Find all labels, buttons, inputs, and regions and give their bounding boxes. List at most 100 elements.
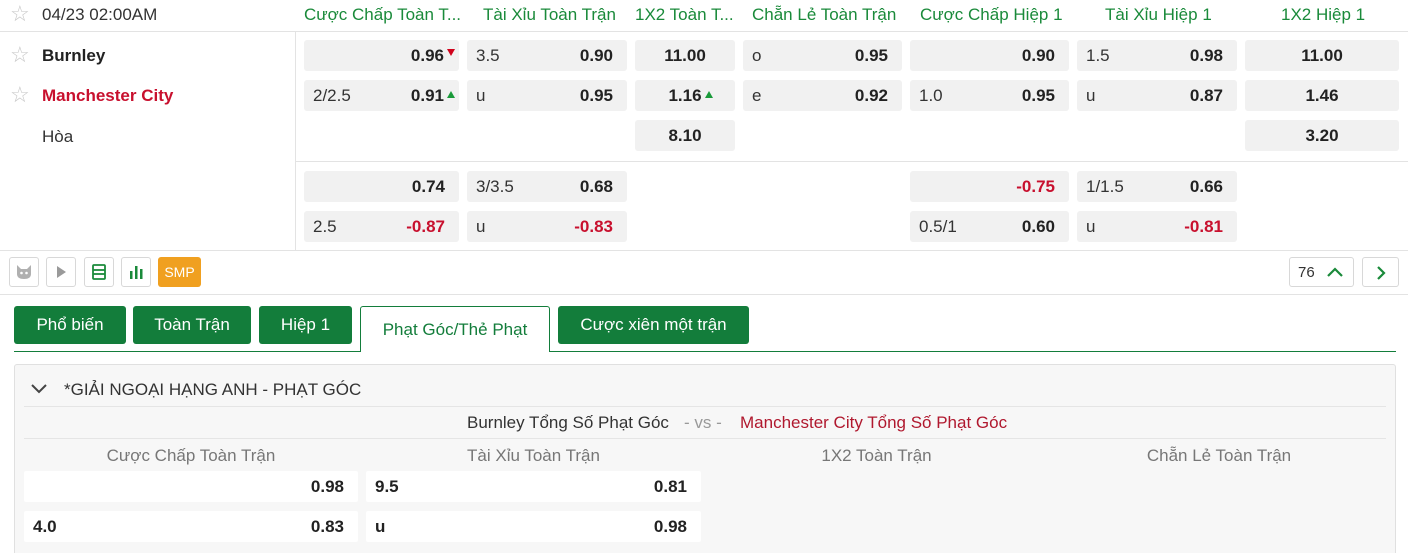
chevron-up-icon (1327, 267, 1343, 277)
odds-line: u (476, 217, 486, 236)
match-datetime: 04/23 02:00AM (42, 5, 158, 24)
odds-value: 0.60 (1021, 217, 1055, 236)
odds-cell-ah-h1-home[interactable]: 0.90 (910, 40, 1069, 71)
odds-cell-ou-h1-over[interactable]: 1.5 0.98 (1077, 40, 1237, 71)
odds-cell-1x2-h1-draw[interactable]: 3.20 (1245, 120, 1399, 151)
header-ou-h1: Tài Xỉu Hiệp 1 (1105, 5, 1212, 24)
odds-cell-1x2-h1-away[interactable]: 1.46 (1245, 80, 1399, 111)
odds-line: 1.5 (1086, 46, 1110, 65)
odds-value: 0.95 (854, 46, 888, 65)
corner-odds-ah-home[interactable]: 0.98 (24, 471, 358, 502)
scoreboard-icon[interactable] (84, 257, 114, 287)
odds-value: 3.20 (1305, 126, 1339, 145)
odds-line: e (752, 86, 762, 105)
odds-cell-1x2-ft-home[interactable]: 11.00 (635, 40, 735, 71)
favorite-star-icon[interactable]: ☆ (10, 84, 30, 106)
corner-header-ah: Cược Chấp Toàn Trận (106, 446, 276, 465)
corner-home-team: Burnley Tổng Số Phạt Góc (467, 413, 669, 432)
more-markets-button[interactable]: 76 (1289, 257, 1354, 287)
odds-value: 0.74 (411, 177, 445, 196)
odds-cell-ou-h1-under[interactable]: u 0.87 (1077, 80, 1237, 111)
odds-value: -0.83 (574, 217, 613, 236)
odds-line: 1.0 (919, 86, 943, 105)
play-icon[interactable] (46, 257, 76, 287)
divider (0, 250, 1408, 251)
odds-value: 0.90 (1021, 46, 1055, 65)
odds-cell-ou-h1-alt-under[interactable]: u -0.81 (1077, 211, 1237, 242)
odds-cell-ou-h1-alt-over[interactable]: 1/1.5 0.66 (1077, 171, 1237, 202)
odds-cell-1x2-ft-draw[interactable]: 8.10 (635, 120, 735, 151)
chevron-right-icon (1377, 266, 1386, 280)
odds-cell-ah-h1-alt-away[interactable]: 0.5/1 0.60 (910, 211, 1069, 242)
odds-line: 0.5/1 (919, 217, 957, 236)
odds-value: 0.96 (410, 46, 444, 65)
odds-cell-ou-ft-over[interactable]: 3.5 0.90 (467, 40, 627, 71)
corner-header-oe: Chẵn Lẻ Toàn Trận (1146, 446, 1292, 465)
vs-label: - vs - (684, 413, 722, 432)
tab-popular[interactable]: Phổ biến (14, 306, 126, 344)
odds-line: 3.5 (476, 46, 500, 65)
divider (296, 161, 1408, 162)
odds-line: o (752, 46, 762, 65)
odds-value: 0.81 (653, 477, 687, 496)
odds-cell-ah-h1-away[interactable]: 1.0 0.95 (910, 80, 1069, 111)
odds-cell-ou-ft-alt-under[interactable]: u -0.83 (467, 211, 627, 242)
odds-value: 0.87 (1189, 86, 1223, 105)
odds-cell-ah-ft-alt-away[interactable]: 2.5 -0.87 (304, 211, 459, 242)
divider (24, 406, 1386, 407)
smp-button[interactable]: SMP (158, 257, 201, 287)
odds-up-arrow-icon (705, 91, 713, 98)
corner-header-ou: Tài Xỉu Toàn Trận (467, 446, 600, 465)
corner-odds-ou-over[interactable]: 9.5 0.81 (366, 471, 701, 502)
odds-value: 0.90 (579, 46, 613, 65)
header-oe-ft: Chẵn Lẻ Toàn Trận (752, 5, 897, 24)
draw-label: Hòa (42, 127, 74, 146)
odds-value: 0.98 (1189, 46, 1223, 65)
cat-icon[interactable] (9, 257, 39, 287)
odds-cell-ou-ft-alt-over[interactable]: 3/3.5 0.68 (467, 171, 627, 202)
odds-value: 11.00 (664, 46, 706, 65)
corner-odds-ah-away[interactable]: 4.0 0.83 (24, 511, 358, 542)
favorite-star-icon[interactable]: ☆ (10, 44, 30, 66)
odds-value: -0.87 (406, 217, 445, 236)
odds-value: 0.95 (579, 86, 613, 105)
odds-cell-ah-ft-alt-home[interactable]: 0.74 (304, 171, 459, 202)
chevron-down-icon[interactable] (30, 382, 48, 396)
odds-value: 1.16 (668, 86, 702, 105)
odds-value: -0.75 (1016, 177, 1055, 196)
odds-cell-1x2-ft-away[interactable]: 1.16 (635, 80, 735, 111)
odds-cell-ah-h1-alt-home[interactable]: -0.75 (910, 171, 1069, 202)
away-team-name[interactable]: Manchester City (42, 86, 173, 106)
odds-cell-ah-ft-home[interactable]: 0.96 (304, 40, 459, 71)
more-markets-count: 76 (1298, 264, 1315, 281)
divider (0, 31, 1408, 32)
odds-cell-ah-ft-away[interactable]: 2/2.5 0.91 (304, 80, 459, 111)
header-1x2-h1: 1X2 Hiệp 1 (1281, 5, 1366, 24)
tab-corners-cards[interactable]: Phạt Góc/Thẻ Phạt (360, 306, 550, 352)
odds-value: 8.10 (668, 126, 702, 145)
odds-cell-oe-ft-even[interactable]: e 0.92 (743, 80, 902, 111)
odds-value: 0.92 (854, 86, 888, 105)
odds-down-arrow-icon (447, 49, 455, 56)
odds-cell-oe-ft-odd[interactable]: o 0.95 (743, 40, 902, 71)
tab-same-game-parlay[interactable]: Cược xiên một trận (558, 306, 749, 344)
odds-value: 1.46 (1305, 86, 1339, 105)
favorite-star-icon[interactable]: ☆ (10, 3, 30, 25)
odds-line: 2.5 (313, 217, 337, 236)
home-team-name[interactable]: Burnley (42, 46, 105, 66)
odds-cell-ou-ft-under[interactable]: u 0.95 (467, 80, 627, 111)
next-button[interactable] (1362, 257, 1399, 287)
odds-line: u (375, 517, 386, 536)
corner-odds-ou-under[interactable]: u 0.98 (366, 511, 701, 542)
header-ou-ft: Tài Xỉu Toàn Trận (483, 5, 616, 24)
header-ah-ft: Cược Chấp Toàn T... (304, 5, 460, 24)
stats-icon[interactable] (121, 257, 151, 287)
tab-full-match[interactable]: Toàn Trận (133, 306, 251, 344)
divider (295, 31, 296, 250)
odds-cell-1x2-h1-home[interactable]: 11.00 (1245, 40, 1399, 71)
odds-value: 0.66 (1189, 177, 1223, 196)
tab-first-half[interactable]: Hiệp 1 (259, 306, 352, 344)
odds-line: 3/3.5 (476, 177, 514, 196)
odds-line: u (1086, 217, 1096, 236)
odds-line: 1/1.5 (1086, 177, 1124, 196)
